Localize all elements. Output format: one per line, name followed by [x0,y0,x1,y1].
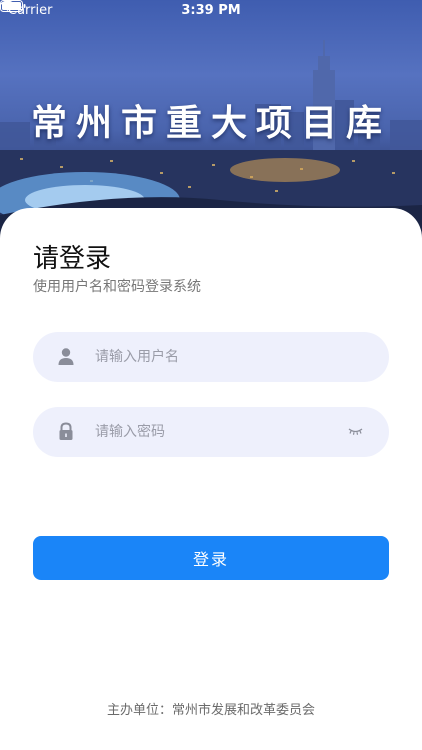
battery-icon [0,0,26,12]
login-card: 请登录 使用用户名和密码登录系统 登录 主办单位：常州市发展和改革委员会 [0,208,422,750]
user-icon [58,348,74,365]
password-input[interactable] [95,407,355,457]
clock: 3:39 PM [181,3,241,18]
app-title: 常州市重大项目库 [30,102,391,144]
login-button[interactable]: 登录 [33,536,389,580]
username-input[interactable] [95,332,355,382]
eye-closed-icon[interactable] [348,426,363,436]
password-field[interactable] [33,407,389,457]
lock-icon [59,422,73,440]
username-field[interactable] [33,332,389,382]
footer-organizer: 主办单位：常州市发展和改革委员会 [106,703,315,718]
login-subtitle: 使用用户名和密码登录系统 [33,279,201,295]
login-heading: 请登录 [33,244,112,274]
status-bar: Carrier 3:39 PM [0,0,422,22]
